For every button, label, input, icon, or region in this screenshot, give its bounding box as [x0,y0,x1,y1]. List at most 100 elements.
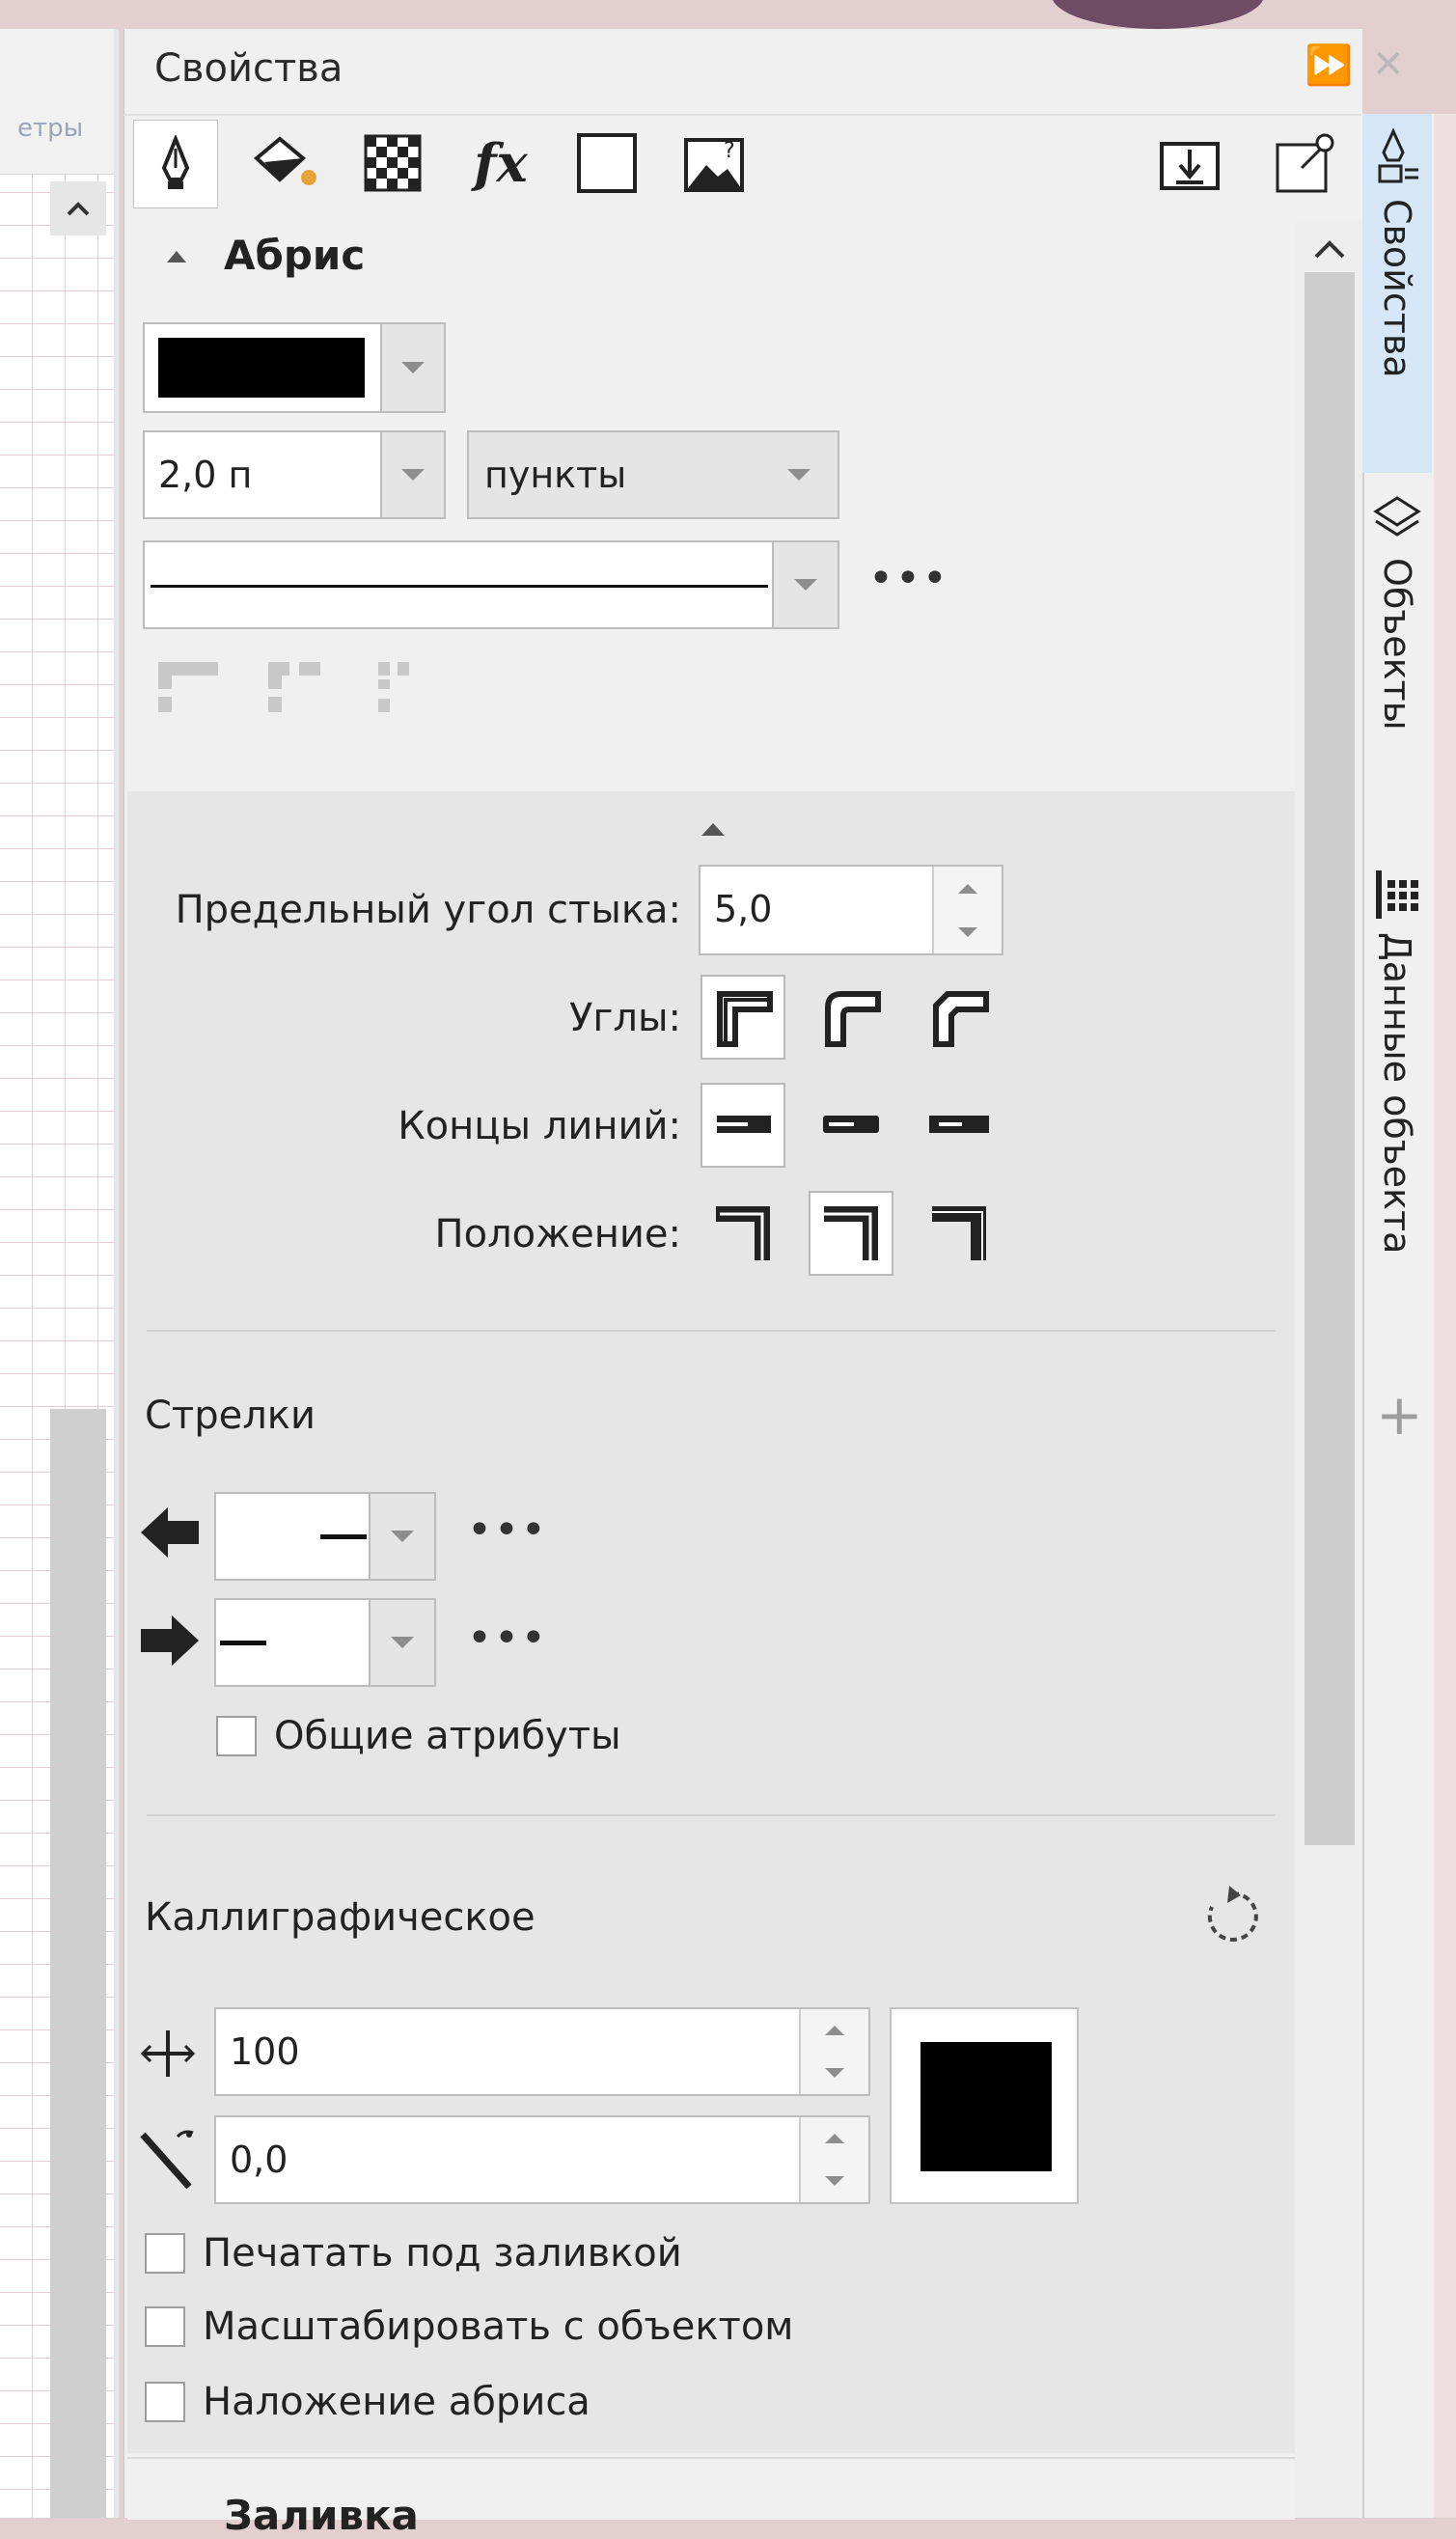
close-icon[interactable]: ✕ [1372,42,1405,87]
corner-round-button[interactable] [809,975,893,1060]
nib-shape-preview[interactable] [890,2007,1079,2204]
corners-label: Углы: [568,996,681,1040]
fill-bucket-icon [253,136,316,185]
miter-limit-input[interactable]: 5,0 [699,865,1003,955]
arrowhead-preview [320,1534,367,1539]
dock-tab-label: Объекты [1376,558,1418,731]
miter-spinner[interactable] [932,867,1002,953]
docker-tab-bar [1362,114,1434,2518]
corner-miter-button[interactable] [701,975,785,1060]
arrowhead-preview [220,1641,266,1645]
print-behind-fill-checkbox[interactable] [145,2233,185,2274]
data-grid-icon [1376,870,1418,919]
panel-splitter[interactable] [114,29,119,2518]
miter-limit-value: 5,0 [714,888,773,930]
reset-icon[interactable] [1200,1886,1264,1949]
spin-down-icon[interactable] [958,926,977,937]
shared-attributes-label: Общие атрибуты [274,1714,621,1758]
new-window-button[interactable] [1264,120,1347,207]
width-dropdown-button[interactable] [380,430,446,519]
line-style-picker[interactable] [143,540,774,629]
spin-up-icon[interactable] [825,2134,844,2143]
dock-tab-object-data[interactable]: Данные объекта [1362,869,1432,1312]
dock-tab-objects[interactable]: Объекты [1362,483,1432,859]
corner-bevel-button[interactable] [917,975,1002,1060]
background-strip [1434,114,1456,2518]
spin-down-icon[interactable] [825,2068,844,2078]
spin-up-icon[interactable] [825,2026,844,2035]
corner-round-icon [825,991,881,1047]
add-docker-icon[interactable]: + [1376,1382,1423,1448]
shared-attributes-checkbox[interactable] [216,1716,257,1756]
line-caps-label: Концы линий: [398,1104,681,1148]
position-outside-button[interactable] [701,1191,785,1276]
layers-icon [1373,496,1421,537]
tab-transparency[interactable] [351,120,434,207]
fill-section-title: Заливка [224,2492,419,2539]
tab-fill[interactable] [243,120,326,207]
chevron-up-icon[interactable] [1310,234,1349,262]
collapse-advanced-caret-icon[interactable] [699,820,728,838]
end-arrowhead-picker[interactable] [214,1598,371,1687]
stretch-spinner[interactable] [799,2009,868,2094]
more-options-icon[interactable]: ••• [467,1505,548,1555]
print-behind-fill-label: Печатать под заливкой [203,2231,682,2276]
overprint-outline-label: Наложение абриса [203,2380,591,2424]
chevron-down-icon [401,362,425,373]
section-divider [147,1814,1276,1816]
more-options-icon[interactable]: ••• [467,1614,548,1663]
overprint-outline-checkbox[interactable] [145,2382,185,2422]
corner-bevel-icon [933,991,989,1047]
units-select[interactable]: пункты [467,430,839,519]
svg-text:?: ? [724,139,735,163]
left-scrollbar[interactable] [50,1409,106,2518]
angle-spinner[interactable] [799,2117,868,2202]
spin-down-icon[interactable] [825,2176,844,2186]
fill-section-header[interactable]: Заливка [127,2457,1295,2539]
position-center-button[interactable] [809,1191,893,1276]
section-divider [147,1330,1276,1332]
calligraphic-section-title: Каллиграфическое [145,1895,536,1940]
tab-image[interactable]: ? [673,120,756,207]
image-icon: ? [684,138,744,192]
chevron-down-icon [401,469,425,481]
outline-color-picker[interactable] [143,322,382,413]
start-arrowhead-picker[interactable] [214,1492,371,1581]
tab-outline[interactable] [133,120,218,208]
dock-tab-label: Данные объекта [1376,932,1418,1255]
nib-angle-value: 0,0 [230,2139,288,2181]
tab-frame[interactable] [565,120,648,207]
end-arrow-dropdown-button[interactable] [369,1598,436,1687]
color-swatch [158,338,365,398]
nib-stretch-input[interactable]: 100 [214,2007,870,2096]
start-arrow-dropdown-button[interactable] [369,1492,436,1581]
dash-corner-icons [158,662,409,712]
spin-up-icon[interactable] [958,883,977,894]
outline-width-input[interactable]: 2,0 п [143,430,382,519]
scrollbar-thumb[interactable] [1305,272,1355,1845]
collapse-caret-icon[interactable] [164,249,189,264]
apply-to-all-button[interactable] [1148,120,1231,207]
scale-with-object-checkbox[interactable] [145,2306,185,2347]
collapse-panel-icon[interactable]: ⏩ [1305,42,1353,88]
more-options-icon[interactable]: ••• [868,554,949,603]
color-dropdown-button[interactable] [380,322,446,413]
nib-shape-swatch [920,2042,1052,2171]
tab-effects[interactable]: fx [459,120,542,207]
position-inside-button[interactable] [917,1191,1002,1276]
cap-round-button[interactable] [809,1083,893,1168]
position-center-icon [824,1206,878,1260]
cap-round-icon [823,1116,879,1133]
dock-tab-properties[interactable]: Свойства [1362,114,1432,473]
pop-out-icon [1276,133,1334,193]
frame-icon [577,133,637,193]
units-value: пункты [484,454,627,496]
background-decor [1052,0,1264,29]
nib-angle-input[interactable]: 0,0 [214,2115,870,2204]
line-style-dropdown-button[interactable] [772,540,839,629]
cap-butt-button[interactable] [701,1083,785,1168]
cap-square-button[interactable] [917,1083,1002,1168]
chevron-down-icon [391,1637,414,1648]
left-scroll-up-button[interactable] [50,181,106,235]
chevron-down-icon [391,1531,414,1542]
